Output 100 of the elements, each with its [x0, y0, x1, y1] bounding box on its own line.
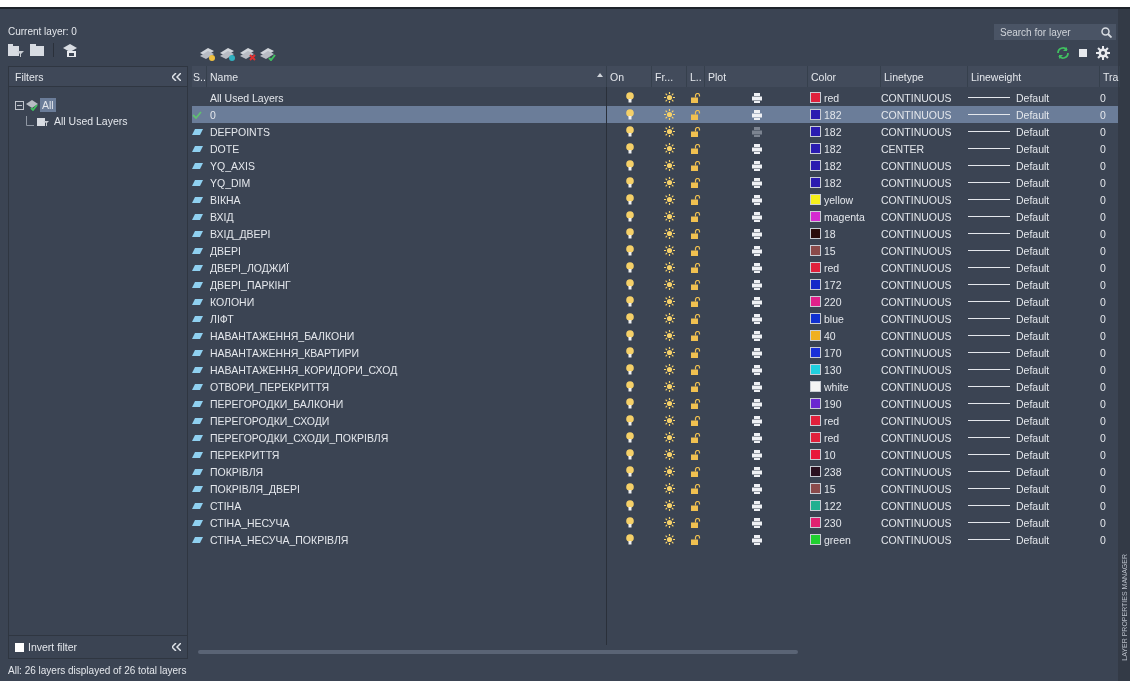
color-swatch[interactable]	[810, 160, 821, 171]
lock-icon[interactable]	[691, 194, 701, 205]
lock-icon[interactable]	[691, 279, 701, 290]
transparency-cell[interactable]: 0	[1100, 480, 1120, 497]
sun-icon[interactable]	[664, 398, 675, 409]
printer-icon[interactable]	[751, 466, 762, 477]
lock-icon[interactable]	[691, 330, 701, 341]
layer-states-icon[interactable]	[63, 43, 77, 57]
printer-icon[interactable]	[751, 517, 762, 528]
sun-icon[interactable]	[664, 262, 675, 273]
color-swatch[interactable]	[810, 262, 821, 273]
transparency-cell[interactable]: 0	[1100, 293, 1120, 310]
color-name[interactable]: 15	[824, 244, 836, 257]
color-name[interactable]: 172	[824, 278, 842, 291]
lineweight-value[interactable]: Default	[1016, 295, 1050, 308]
color-name[interactable]: 182	[824, 108, 842, 121]
collapse-icon[interactable]	[172, 72, 181, 81]
layer-row[interactable]: ПЕРЕГОРОДКИ_СХОДИ red CONTINUOUS Default 0	[192, 412, 1118, 429]
lock-icon[interactable]	[691, 177, 701, 188]
printer-icon[interactable]	[751, 381, 762, 392]
sun-icon[interactable]	[664, 432, 675, 443]
sun-icon[interactable]	[664, 483, 675, 494]
set-current-icon[interactable]	[260, 47, 276, 61]
bulb-icon[interactable]	[625, 160, 634, 171]
printer-icon[interactable]	[751, 143, 762, 154]
layer-row[interactable]: ДВЕРІ_ПАРКІНГ 172 CONTINUOUS Default 0	[192, 276, 1118, 293]
lock-icon[interactable]	[691, 483, 701, 494]
column-header[interactable]: Color	[808, 66, 881, 87]
bulb-icon[interactable]	[625, 432, 634, 443]
layer-row[interactable]: DOTE 182 CENTER Default 0	[192, 140, 1118, 157]
sun-icon[interactable]	[664, 330, 675, 341]
layer-row[interactable]: 0 182 CONTINUOUS Default 0	[192, 106, 1118, 123]
sun-icon[interactable]	[664, 126, 675, 137]
lock-icon[interactable]	[691, 313, 701, 324]
color-swatch[interactable]	[810, 517, 821, 528]
linetype-cell[interactable]: CONTINUOUS	[881, 310, 968, 327]
transparency-cell[interactable]: 0	[1100, 429, 1120, 446]
bulb-icon[interactable]	[625, 330, 634, 341]
linetype-cell[interactable]: CONTINUOUS	[881, 531, 968, 548]
sun-icon[interactable]	[664, 228, 675, 239]
color-name[interactable]: red	[824, 414, 840, 427]
color-swatch[interactable]	[810, 500, 821, 511]
linetype-cell[interactable]: CONTINUOUS	[881, 276, 968, 293]
printer-icon[interactable]	[751, 194, 762, 205]
color-swatch[interactable]	[810, 92, 821, 103]
layer-row[interactable]: ПЕРЕКРИТТЯ 10 CONTINUOUS Default 0	[192, 446, 1118, 463]
color-swatch[interactable]	[810, 126, 821, 137]
color-name[interactable]: 10	[824, 448, 836, 461]
layer-row[interactable]: ПЕРЕГОРОДКИ_СХОДИ_ПОКРІВЛЯ red CONTINUOUS Default 0	[192, 429, 1118, 446]
lineweight-value[interactable]: Default	[1016, 159, 1050, 172]
filter-tree-item[interactable]: All	[40, 98, 56, 112]
column-header[interactable]: Fr...	[652, 66, 687, 87]
color-swatch[interactable]	[810, 466, 821, 477]
printer-icon[interactable]	[751, 449, 762, 460]
color-name[interactable]: white	[824, 380, 849, 393]
transparency-cell[interactable]: 0	[1100, 123, 1120, 140]
lineweight-value[interactable]: Default	[1016, 227, 1050, 240]
invert-filter-checkbox[interactable]	[15, 642, 24, 652]
color-swatch[interactable]	[810, 347, 821, 358]
sun-icon[interactable]	[664, 143, 675, 154]
linetype-cell[interactable]: CONTINUOUS	[881, 89, 968, 106]
layer-row[interactable]: ДВЕРІ 15 CONTINUOUS Default 0	[192, 242, 1118, 259]
sun-icon[interactable]	[664, 313, 675, 324]
transparency-cell[interactable]: 0	[1100, 106, 1120, 123]
printer-icon[interactable]	[751, 500, 762, 511]
bulb-icon[interactable]	[625, 143, 634, 154]
color-swatch[interactable]	[810, 211, 821, 222]
color-name[interactable]: 122	[824, 499, 842, 512]
lock-icon[interactable]	[691, 432, 701, 443]
scrollbar-thumb[interactable]	[198, 650, 798, 654]
linetype-cell[interactable]: CENTER	[881, 140, 968, 157]
color-swatch[interactable]	[810, 381, 821, 392]
transparency-cell[interactable]: 0	[1100, 89, 1120, 106]
lock-icon[interactable]	[691, 211, 701, 222]
linetype-cell[interactable]: CONTINUOUS	[881, 378, 968, 395]
linetype-cell[interactable]: CONTINUOUS	[881, 480, 968, 497]
collapse-toggle-icon[interactable]	[15, 100, 24, 110]
printer-icon[interactable]	[751, 347, 762, 358]
layer-row[interactable]: ПОКРІВЛЯ_ДВЕРІ 15 CONTINUOUS Default 0	[192, 480, 1118, 497]
lock-icon[interactable]	[691, 347, 701, 358]
lock-icon[interactable]	[691, 228, 701, 239]
transparency-cell[interactable]: 0	[1100, 497, 1120, 514]
layer-row[interactable]: DEFPOINTS 182 CONTINUOUS Default 0	[192, 123, 1118, 140]
bulb-icon[interactable]	[625, 517, 634, 528]
lock-icon[interactable]	[691, 534, 701, 545]
color-swatch[interactable]	[810, 398, 821, 409]
color-name[interactable]: 230	[824, 516, 842, 529]
bulb-icon[interactable]	[625, 296, 634, 307]
printer-icon[interactable]	[751, 92, 762, 103]
linetype-cell[interactable]: CONTINUOUS	[881, 157, 968, 174]
color-name[interactable]: green	[824, 533, 851, 546]
lineweight-value[interactable]: Default	[1016, 363, 1050, 376]
layer-row[interactable]: СТІНА 122 CONTINUOUS Default 0	[192, 497, 1118, 514]
linetype-cell[interactable]: CONTINUOUS	[881, 463, 968, 480]
linetype-cell[interactable]: CONTINUOUS	[881, 191, 968, 208]
linetype-cell[interactable]: CONTINUOUS	[881, 259, 968, 276]
lock-icon[interactable]	[691, 381, 701, 392]
lock-icon[interactable]	[691, 449, 701, 460]
bulb-icon[interactable]	[625, 466, 634, 477]
transparency-cell[interactable]: 0	[1100, 378, 1120, 395]
